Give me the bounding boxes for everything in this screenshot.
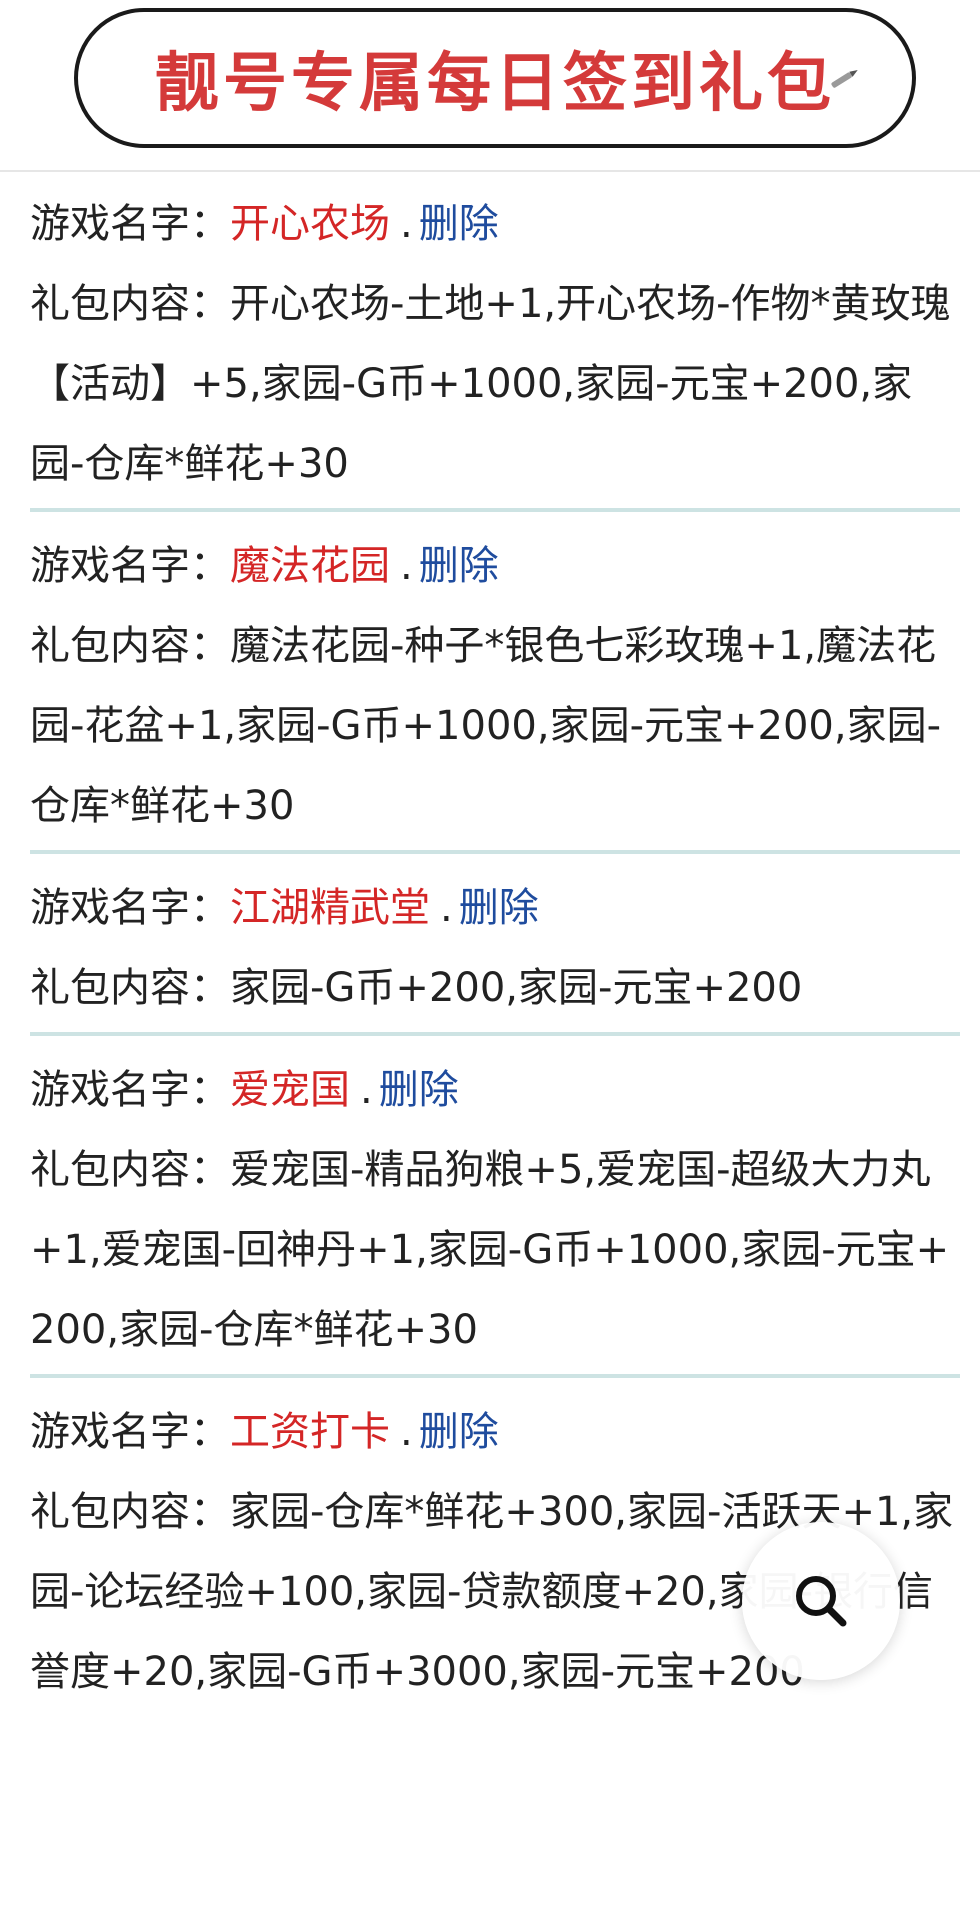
gift-list: 游戏名字：开心农场. 删除 礼包内容：开心农场-土地+1,开心农场-作物*黄玫瑰【… xyxy=(30,184,960,1730)
delete-link[interactable]: 删除 xyxy=(419,1409,499,1455)
game-name-label: 游戏名字： xyxy=(30,1067,230,1113)
gift-content-label: 礼包内容： xyxy=(30,281,230,327)
search-button[interactable] xyxy=(742,1522,900,1680)
game-name-label: 游戏名字： xyxy=(30,543,230,589)
game-name: 江湖精武堂 xyxy=(230,885,430,931)
game-name-label: 游戏名字： xyxy=(30,1409,230,1455)
gift-content-label: 礼包内容： xyxy=(30,1489,230,1535)
gift-content-text: 家园-G币+200,家园-元宝+200 xyxy=(230,965,803,1011)
gift-entry: 游戏名字：开心农场. 删除 礼包内容：开心农场-土地+1,开心农场-作物*黄玫瑰【… xyxy=(30,184,960,512)
page-title: 靓号专属每日签到礼包 xyxy=(155,47,835,121)
separator: . xyxy=(400,1409,413,1455)
delete-link[interactable]: 删除 xyxy=(419,201,499,247)
page-header: 靓号专属每日签到礼包 xyxy=(0,0,980,172)
gift-entry: 游戏名字：爱宠国. 删除 礼包内容：爱宠国-精品狗粮+5,爱宠国-超级大力丸+1,… xyxy=(30,1050,960,1378)
title-banner: 靓号专属每日签到礼包 xyxy=(74,8,916,148)
gift-content-row: 礼包内容：家园-G币+200,家园-元宝+200 xyxy=(30,948,960,1028)
delete-link[interactable]: 删除 xyxy=(459,885,539,931)
gift-entry: 游戏名字：江湖精武堂. 删除 礼包内容：家园-G币+200,家园-元宝+200 xyxy=(30,868,960,1036)
delete-link[interactable]: 删除 xyxy=(379,1067,459,1113)
gift-content-row: 礼包内容：魔法花园-种子*银色七彩玫瑰+1,魔法花园-花盆+1,家园-G币+10… xyxy=(30,606,960,846)
game-name: 爱宠国 xyxy=(230,1067,350,1113)
gift-content-label: 礼包内容： xyxy=(30,965,230,1011)
game-name-label: 游戏名字： xyxy=(30,201,230,247)
separator: . xyxy=(440,885,453,931)
game-name-label: 游戏名字： xyxy=(30,885,230,931)
delete-link[interactable]: 删除 xyxy=(419,543,499,589)
separator: . xyxy=(360,1067,373,1113)
game-name-row: 游戏名字：魔法花园. 删除 xyxy=(30,526,960,606)
game-name-row: 游戏名字：工资打卡. 删除 xyxy=(30,1392,960,1472)
game-name-row: 游戏名字：江湖精武堂. 删除 xyxy=(30,868,960,948)
separator: . xyxy=(400,543,413,589)
gift-content-row: 礼包内容：爱宠国-精品狗粮+5,爱宠国-超级大力丸+1,爱宠国-回神丹+1,家园… xyxy=(30,1130,960,1370)
search-icon xyxy=(796,1576,847,1627)
game-name: 魔法花园 xyxy=(230,543,390,589)
gift-content-label: 礼包内容： xyxy=(30,623,230,669)
game-name: 工资打卡 xyxy=(230,1409,390,1455)
game-name-row: 游戏名字：开心农场. 删除 xyxy=(30,184,960,264)
gift-entry: 游戏名字：魔法花园. 删除 礼包内容：魔法花园-种子*银色七彩玫瑰+1,魔法花园-… xyxy=(30,526,960,854)
game-name: 开心农场 xyxy=(230,201,390,247)
gift-content-label: 礼包内容： xyxy=(30,1147,230,1193)
separator: . xyxy=(400,201,413,247)
gift-content-row: 礼包内容：开心农场-土地+1,开心农场-作物*黄玫瑰【活动】+5,家园-G币+1… xyxy=(30,264,960,504)
game-name-row: 游戏名字：爱宠国. 删除 xyxy=(30,1050,960,1130)
